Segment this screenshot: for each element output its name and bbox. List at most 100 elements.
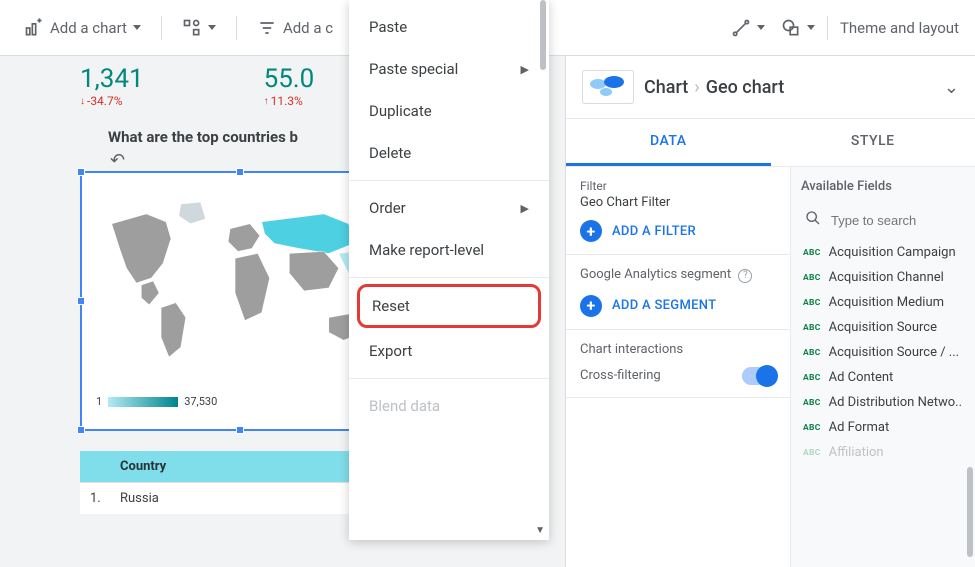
menu-blend-data: Blend data: [349, 385, 549, 427]
menu-paste[interactable]: Paste: [349, 6, 549, 48]
add-chart-icon: [24, 18, 44, 38]
theme-layout-label: Theme and layout: [840, 19, 959, 37]
resize-handle[interactable]: [77, 426, 85, 434]
field-label: Acquisition Channel: [829, 270, 944, 285]
add-chart-label: Add a chart: [50, 19, 127, 37]
menu-reset[interactable]: Reset: [357, 284, 541, 328]
config-column: Filter Geo Chart Filter + ADD A FILTER G…: [566, 167, 790, 567]
fields-search-input[interactable]: [831, 213, 961, 228]
chevron-right-icon: ▶: [521, 202, 529, 215]
menu-make-report-level[interactable]: Make report-level: [349, 229, 549, 271]
scrollbar[interactable]: [540, 0, 546, 70]
chevron-down-icon: [757, 25, 765, 30]
tab-style[interactable]: STYLE: [771, 119, 975, 166]
filter-sublabel: Geo Chart Filter: [580, 195, 776, 210]
add-control-button[interactable]: Add a c: [249, 12, 341, 44]
field-label: Acquisition Source: [829, 320, 937, 335]
field-item[interactable]: ABC Ad Format: [801, 415, 965, 440]
panel-tabs: DATA STYLE: [566, 119, 975, 167]
type-badge-icon: ABC: [803, 398, 821, 408]
field-label: Acquisition Source / ...: [829, 345, 959, 360]
field-label: Affiliation: [829, 445, 884, 460]
community-viz-button[interactable]: [174, 12, 224, 44]
chevron-right-icon: ▶: [521, 63, 529, 76]
cross-filtering-toggle[interactable]: [742, 367, 776, 385]
resize-handle[interactable]: [77, 297, 85, 305]
theme-layout-button[interactable]: Theme and layout: [832, 13, 967, 43]
field-label: Acquisition Medium: [829, 295, 944, 310]
field-item[interactable]: ABC Acquisition Campaign: [801, 240, 965, 265]
available-fields-title: Available Fields: [801, 179, 965, 194]
search-icon: [805, 210, 821, 230]
interactions-label: Chart interactions: [580, 342, 776, 357]
scorecard-1[interactable]: 1,341 ↓ -34.7%: [80, 64, 144, 108]
field-item[interactable]: ABC Acquisition Channel: [801, 265, 965, 290]
field-item[interactable]: ABCAd Content: [801, 365, 965, 390]
shape-tool-button[interactable]: [773, 12, 823, 44]
resize-handle[interactable]: [236, 426, 244, 434]
chevron-down-icon[interactable]: ⌄: [944, 77, 959, 98]
field-label: Ad Format: [829, 420, 890, 435]
scorecard-value: 1,341: [80, 64, 144, 94]
scorecard-2[interactable]: 55.0 ↑ 11.3%: [264, 64, 315, 108]
add-control-label: Add a c: [283, 19, 333, 37]
type-badge-icon: ABC: [803, 373, 821, 383]
field-item[interactable]: ABC Acquisition Source: [801, 315, 965, 340]
chevron-down-icon: [208, 25, 216, 30]
field-item[interactable]: ABC Ad Distribution Netwo..: [801, 390, 965, 415]
available-fields-column: Available Fields ABC Acquisition Campaign…: [790, 167, 975, 567]
legend-gradient: [108, 397, 178, 407]
type-badge-icon: ABC: [803, 423, 821, 433]
blocks-icon: [182, 18, 202, 38]
toggle-knob: [756, 365, 778, 387]
context-menu: Paste Paste special ▶ Duplicate Delete O…: [349, 0, 549, 540]
line-tool-button[interactable]: [723, 12, 773, 44]
field-item[interactable]: ABC Acquisition Medium: [801, 290, 965, 315]
chart-type-thumb-icon: [582, 70, 634, 104]
filter-label: Filter: [580, 179, 776, 193]
shape-icon: [781, 18, 801, 38]
field-item[interactable]: ABC Affiliation: [801, 440, 965, 465]
chevron-down-icon: [133, 25, 141, 30]
cross-filtering-label: Cross-filtering: [580, 368, 661, 383]
map-legend: 1 37,530: [92, 395, 388, 408]
type-badge-icon: ABC: [803, 248, 821, 258]
col-country[interactable]: Country: [110, 451, 330, 482]
scroll-down-icon[interactable]: ▼: [531, 521, 549, 540]
type-badge-icon: ABC: [803, 323, 821, 333]
breadcrumb-path: Chart›Geo chart: [644, 77, 934, 98]
resize-handle[interactable]: [236, 168, 244, 176]
chart-breadcrumb[interactable]: Chart›Geo chart ⌄: [566, 56, 975, 119]
segment-label: Google Analytics segment ?: [580, 267, 776, 283]
type-badge-icon: ABC: [803, 273, 821, 283]
add-segment-button[interactable]: + ADD A SEGMENT: [580, 295, 776, 317]
menu-export[interactable]: Export: [349, 330, 549, 372]
legend-max: 37,530: [184, 395, 217, 408]
field-label: Ad Distribution Netwo..: [829, 395, 962, 410]
menu-order[interactable]: Order ▶: [349, 187, 549, 229]
plus-icon: +: [580, 295, 602, 317]
help-icon[interactable]: ?: [738, 269, 752, 283]
plus-icon: +: [580, 220, 602, 242]
field-item[interactable]: ABCAcquisition Source / ...: [801, 340, 965, 365]
type-badge-icon: ABC: [803, 448, 821, 458]
field-label: Acquisition Campaign: [829, 245, 956, 260]
scrollbar[interactable]: [967, 467, 973, 557]
fields-search[interactable]: [801, 206, 965, 240]
scorecard-change: ↑ 11.3%: [264, 94, 315, 108]
scorecard-value: 55.0: [264, 64, 315, 94]
type-badge-icon: ABC: [803, 298, 821, 308]
scorecard-change: ↓ -34.7%: [80, 94, 144, 108]
menu-paste-special[interactable]: Paste special ▶: [349, 48, 549, 90]
world-map: [92, 183, 388, 383]
resize-handle[interactable]: [77, 168, 85, 176]
properties-panel: Chart›Geo chart ⌄ DATA STYLE Filter Geo …: [565, 56, 975, 567]
add-filter-button[interactable]: + ADD A FILTER: [580, 220, 776, 242]
tab-data[interactable]: DATA: [566, 119, 771, 166]
arrow-up-icon: ↑: [264, 96, 269, 107]
add-chart-button[interactable]: Add a chart: [16, 12, 149, 44]
legend-min: 1: [96, 395, 102, 408]
filter-icon: [257, 18, 277, 38]
menu-delete[interactable]: Delete: [349, 132, 549, 174]
menu-duplicate[interactable]: Duplicate: [349, 90, 549, 132]
